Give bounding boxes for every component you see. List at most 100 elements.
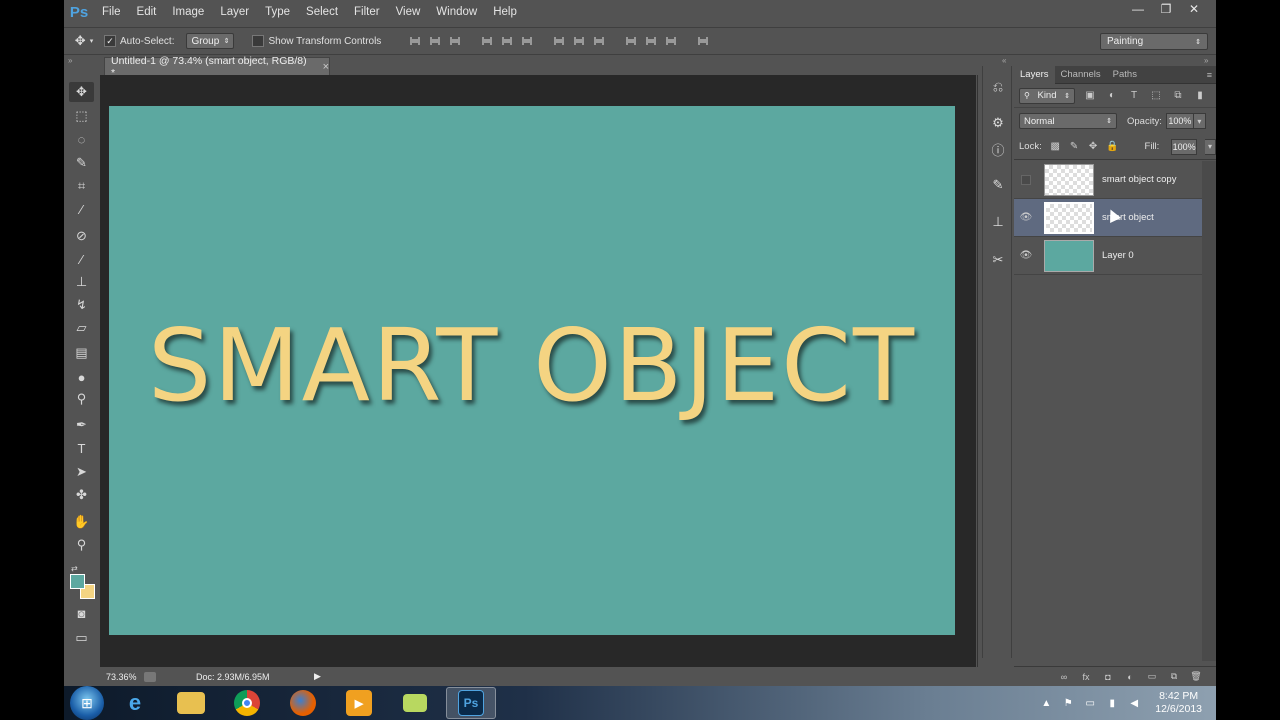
- layer-row-smart-object[interactable]: 👁 smart object: [1014, 199, 1202, 237]
- fill-slider-arrow-icon[interactable]: ▾: [1205, 138, 1216, 155]
- align-horizontal-center-icon[interactable]: [499, 34, 515, 48]
- eyedropper-tool-icon[interactable]: ⁄: [69, 199, 94, 219]
- status-menu-arrow-icon[interactable]: ▶: [314, 671, 321, 682]
- distribute-bottom-icon[interactable]: [591, 34, 607, 48]
- align-vertical-center-icon[interactable]: [427, 34, 443, 48]
- taskbar-media-player[interactable]: ▶: [334, 687, 384, 719]
- panel-menu-icon[interactable]: ≡: [1207, 70, 1212, 80]
- taskbar-clock[interactable]: 8:42 PM 12/6/2013: [1155, 690, 1202, 716]
- restore-button[interactable]: ❐: [1152, 0, 1180, 18]
- filter-toggle-icon[interactable]: ▮: [1193, 89, 1207, 103]
- filter-adjustment-icon[interactable]: ◐: [1105, 89, 1119, 103]
- screen-mode-icon[interactable]: ▭: [69, 628, 94, 648]
- auto-select-mode-dropdown[interactable]: Group ⇕: [186, 33, 235, 49]
- lock-all-icon[interactable]: 🔒: [1106, 141, 1118, 153]
- auto-select-checkbox[interactable]: ✓: [104, 35, 116, 47]
- filter-shape-icon[interactable]: ⬚: [1149, 89, 1163, 103]
- new-layer-icon[interactable]: ⧉: [1168, 671, 1180, 683]
- opacity-slider-arrow-icon[interactable]: ▾: [1193, 113, 1206, 129]
- menu-window[interactable]: Window: [428, 0, 485, 24]
- vertical-scrollbar[interactable]: [977, 75, 978, 667]
- fill-field[interactable]: 100%: [1171, 138, 1197, 155]
- eraser-tool-icon[interactable]: ▱: [69, 318, 94, 338]
- distribute-left-icon[interactable]: [623, 34, 639, 48]
- action-center-icon[interactable]: ⚑: [1061, 698, 1075, 709]
- taskbar-chrome[interactable]: [222, 687, 272, 719]
- filter-pixel-icon[interactable]: ▣: [1083, 89, 1097, 103]
- menu-image[interactable]: Image: [164, 0, 212, 24]
- blend-mode-dropdown[interactable]: Normal ⇕: [1019, 113, 1117, 129]
- history-brush-tool-icon[interactable]: ↯: [69, 295, 94, 315]
- link-layers-icon[interactable]: ∞: [1058, 671, 1070, 683]
- crop-tool-icon[interactable]: ⌗: [69, 176, 94, 196]
- actions-panel-icon[interactable]: ⚙: [989, 114, 1007, 132]
- layer-name[interactable]: Layer 0: [1102, 250, 1134, 261]
- canvas-text-layer[interactable]: SMART OBJECT: [148, 307, 916, 424]
- path-selection-tool-icon[interactable]: ➤: [69, 462, 94, 482]
- visibility-toggle[interactable]: 👁: [1014, 250, 1038, 261]
- align-right-icon[interactable]: [519, 34, 535, 48]
- menu-layer[interactable]: Layer: [212, 0, 257, 24]
- show-transform-option[interactable]: Show Transform Controls: [252, 35, 381, 47]
- menu-file[interactable]: File: [94, 0, 129, 24]
- layer-thumbnail[interactable]: [1044, 163, 1094, 196]
- minimize-button[interactable]: —: [1124, 0, 1152, 18]
- clone-stamp-tool-icon[interactable]: ⊥: [69, 272, 94, 292]
- foreground-color-swatch[interactable]: [70, 574, 85, 589]
- panel-collapse-icon[interactable]: »: [1204, 56, 1208, 66]
- align-top-icon[interactable]: [407, 34, 423, 48]
- lock-transparent-icon[interactable]: ▩: [1050, 141, 1061, 153]
- taskbar-notes[interactable]: [390, 687, 440, 719]
- history-panel-icon[interactable]: ⎌: [989, 78, 1007, 96]
- adjustment-layer-icon[interactable]: ◐: [1124, 671, 1136, 683]
- taskbar-explorer[interactable]: [166, 687, 216, 719]
- hand-tool-icon[interactable]: ✋: [69, 512, 94, 532]
- tab-layers[interactable]: Layers: [1014, 65, 1055, 84]
- distribute-vertical-center-icon[interactable]: [571, 34, 587, 48]
- type-tool-icon[interactable]: T: [69, 438, 94, 458]
- add-mask-icon[interactable]: ◘: [1102, 671, 1114, 683]
- filter-type-icon[interactable]: T: [1127, 89, 1141, 103]
- quick-selection-tool-icon[interactable]: ✎: [69, 153, 94, 173]
- canvas[interactable]: SMART OBJECT: [109, 106, 955, 635]
- custom-shape-tool-icon[interactable]: ✤: [69, 485, 94, 505]
- blur-tool-icon[interactable]: ●: [69, 367, 94, 387]
- menu-filter[interactable]: Filter: [346, 0, 388, 24]
- menu-select[interactable]: Select: [298, 0, 346, 24]
- lock-image-icon[interactable]: ✎: [1069, 141, 1080, 153]
- layer-row-layer-0[interactable]: 👁 Layer 0: [1014, 237, 1202, 275]
- layer-row-smart-object-copy[interactable]: smart object copy: [1014, 161, 1202, 199]
- toolbox-collapse-icon[interactable]: »: [68, 56, 72, 66]
- healing-brush-tool-icon[interactable]: ⊘: [69, 226, 94, 246]
- distribute-right-icon[interactable]: [663, 34, 679, 48]
- show-transform-checkbox[interactable]: [252, 35, 265, 47]
- info-panel-icon[interactable]: ⓘ: [989, 140, 1007, 158]
- close-icon[interactable]: ×: [323, 61, 329, 73]
- new-group-icon[interactable]: ▭: [1146, 671, 1158, 683]
- pen-tool-icon[interactable]: ✒: [69, 415, 94, 435]
- menu-edit[interactable]: Edit: [129, 0, 165, 24]
- layer-thumbnail[interactable]: [1044, 201, 1094, 234]
- dock-collapse-icon[interactable]: «: [1002, 56, 1006, 66]
- status-info-icon[interactable]: [144, 671, 156, 682]
- zoom-level[interactable]: 73.36%: [100, 672, 144, 682]
- start-button[interactable]: ⊞: [70, 686, 104, 720]
- align-bottom-icon[interactable]: [447, 34, 463, 48]
- brush-panel-icon[interactable]: ✎: [989, 176, 1007, 194]
- filter-smart-object-icon[interactable]: ⧉: [1171, 89, 1185, 103]
- layer-thumbnail[interactable]: [1044, 239, 1094, 272]
- workspace-switcher[interactable]: Painting ⇕: [1100, 33, 1208, 50]
- menu-type[interactable]: Type: [257, 0, 298, 24]
- tool-presets-panel-icon[interactable]: ✂: [989, 251, 1007, 269]
- distribute-top-icon[interactable]: [551, 34, 567, 48]
- canvas-area[interactable]: SMART OBJECT: [100, 75, 976, 667]
- filter-kind-dropdown[interactable]: ⚲ Kind ⇕: [1019, 87, 1075, 104]
- align-left-icon[interactable]: [479, 34, 495, 48]
- dodge-tool-icon[interactable]: ⚲: [69, 389, 94, 409]
- power-icon[interactable]: ▭: [1083, 698, 1097, 709]
- auto-select-option[interactable]: ✓ Auto-Select:: [104, 35, 174, 47]
- layer-name[interactable]: smart object copy: [1102, 174, 1176, 185]
- document-tab[interactable]: Untitled-1 @ 73.4% (smart object, RGB/8)…: [104, 55, 330, 79]
- marquee-tool-icon[interactable]: ⬚: [69, 106, 94, 126]
- opacity-field[interactable]: 100%: [1165, 113, 1194, 129]
